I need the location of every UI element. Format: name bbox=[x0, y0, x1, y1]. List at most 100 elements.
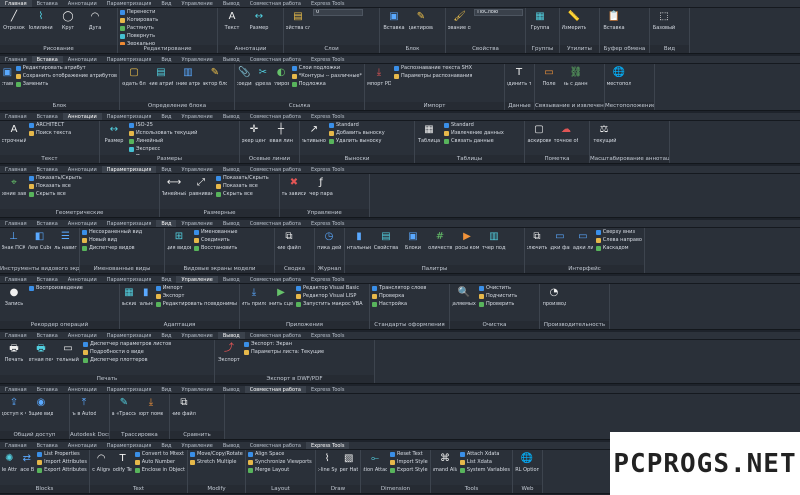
panel-title[interactable]: Вид bbox=[650, 45, 689, 53]
tab-6[interactable]: Вывод bbox=[217, 332, 245, 339]
small-item[interactable]: Повернуть bbox=[120, 33, 158, 40]
tab-2[interactable]: Аннотации bbox=[63, 332, 102, 339]
panel-title[interactable]: Утилиты bbox=[560, 45, 599, 53]
panel-title[interactable]: Draw bbox=[316, 485, 360, 493]
tab-3[interactable]: Параметризация bbox=[101, 166, 157, 173]
circle-button[interactable]: ◯ Круг bbox=[56, 9, 80, 32]
panel-title[interactable]: Свойства bbox=[446, 45, 525, 53]
tab-3[interactable]: Параметризация bbox=[102, 56, 157, 63]
tab-1[interactable]: Вставка bbox=[32, 113, 63, 120]
small-item[interactable]: Диспетчер параметров листов bbox=[83, 341, 171, 348]
tab-1[interactable]: Вставка bbox=[32, 0, 63, 7]
count-button[interactable]: # Количество bbox=[428, 229, 452, 252]
small-item[interactable]: Stretch Multiple bbox=[190, 459, 243, 466]
small-item[interactable]: Транслятор слоев bbox=[372, 285, 426, 292]
panel-title[interactable]: Пометка bbox=[525, 155, 589, 163]
tool-palettes2-button[interactable]: ▮ Инструментальные палитры bbox=[139, 285, 153, 308]
tab-3[interactable]: Параметризация bbox=[102, 113, 157, 120]
panel-title[interactable]: Dimension bbox=[361, 485, 430, 493]
replace-block-button[interactable]: ⇄ Replace Block bbox=[20, 451, 35, 474]
tab-0[interactable]: Главная bbox=[0, 0, 32, 7]
insert-block-button[interactable]: ▣ Вставка bbox=[382, 9, 406, 32]
panel-title[interactable]: Таблицы bbox=[415, 155, 524, 163]
tab-2[interactable]: Аннотации bbox=[63, 442, 102, 449]
panel-title[interactable]: Ссылка bbox=[235, 102, 364, 110]
mtext-button[interactable]: A Многострочный текст bbox=[2, 122, 26, 145]
tab-4[interactable]: Вид bbox=[156, 442, 176, 449]
tab-8[interactable]: Express Tools bbox=[306, 442, 350, 449]
panel-title[interactable]: Группы bbox=[526, 45, 559, 53]
preview-button[interactable]: ▭ Предварительный просмотр bbox=[56, 341, 80, 364]
panel-title[interactable]: Адаптация bbox=[120, 321, 239, 329]
set-location-button[interactable]: 🌐 Задать местоположение bbox=[607, 65, 631, 88]
tab-1[interactable]: Вставка bbox=[32, 276, 63, 283]
small-item[interactable]: Запустить макрос VBA bbox=[296, 301, 363, 308]
tab-0[interactable]: Главная bbox=[0, 166, 32, 173]
tab-7[interactable]: Совместная работа bbox=[244, 386, 306, 393]
paste-button[interactable]: 📋 Вставка bbox=[602, 9, 626, 32]
viewport-config-button[interactable]: ⊞ Конфигурация видового экрана bbox=[167, 229, 191, 252]
small-item[interactable]: Merge Layout bbox=[248, 467, 312, 474]
panel-title[interactable]: Импорт bbox=[365, 102, 504, 110]
small-item[interactable]: Слои подложки bbox=[291, 65, 362, 72]
panel-title[interactable]: Приложения bbox=[240, 321, 369, 329]
dwg-compare-button[interactable]: ⧉ Сравнение файлов DWG bbox=[277, 229, 301, 252]
linear-constraint-button[interactable]: ⟷ Линейный bbox=[162, 175, 186, 198]
break-line-button[interactable]: ⌇ Break-line Symbol bbox=[318, 451, 337, 474]
layout-tabs-button[interactable]: ▭ Вкладки листа bbox=[573, 229, 593, 252]
tab-8[interactable]: Express Tools bbox=[306, 220, 349, 227]
activity-insights-button[interactable]: ◷ Аналитика действий bbox=[317, 229, 341, 252]
tab-8[interactable]: Express Tools bbox=[306, 166, 349, 173]
tab-0[interactable]: Главная bbox=[0, 442, 32, 449]
batch-plot-button[interactable]: 🖶 Пакетная печать bbox=[29, 341, 53, 364]
small-item[interactable]: Показать все bbox=[29, 183, 82, 190]
tab-6[interactable]: Вывод bbox=[218, 0, 245, 7]
tab-1[interactable]: Вставка bbox=[32, 332, 63, 339]
small-item[interactable]: Подробности о виде bbox=[83, 349, 171, 356]
data-link-button[interactable]: ⛓ Связь с данными bbox=[564, 65, 588, 88]
base-view-button[interactable]: ⬚ Базовый bbox=[652, 9, 676, 32]
center-mark-button[interactable]: ✛ Маркер центра bbox=[242, 122, 266, 145]
line-button[interactable]: ╱ Отрезок bbox=[2, 9, 26, 32]
insert-button[interactable]: ▣ Вставка bbox=[2, 65, 13, 88]
panel-title[interactable]: Производительность bbox=[540, 321, 609, 329]
small-item[interactable]: Сверху вниз bbox=[595, 229, 642, 236]
import-pdf-button[interactable]: ⤓ Импорт PDF bbox=[367, 65, 391, 88]
tab-8[interactable]: Express Tools bbox=[306, 0, 349, 7]
tab-3[interactable]: Параметризация bbox=[102, 332, 157, 339]
small-item[interactable]: Извлечение данных bbox=[444, 130, 504, 137]
shared-views-button[interactable]: ◉ Общие виды bbox=[29, 395, 53, 418]
tab-7[interactable]: Совместная работа bbox=[245, 220, 306, 227]
annotation-attach-button[interactable]: ⟜ Annotation Attachment bbox=[363, 451, 387, 474]
group-button[interactable]: ▦ Группа bbox=[528, 9, 552, 32]
small-item[interactable]: Именованные bbox=[194, 229, 238, 236]
panel-title[interactable]: Стандарты оформления bbox=[370, 321, 449, 329]
compare-dwg-button[interactable]: ⧉ Сравнение файлов DWG bbox=[172, 395, 196, 418]
tab-3[interactable]: Параметризация bbox=[102, 386, 157, 393]
measure-button[interactable]: 📏 Измерить bbox=[562, 9, 586, 32]
tab-2[interactable]: Аннотации bbox=[63, 276, 102, 283]
panel-title[interactable]: Рисование bbox=[0, 45, 117, 53]
small-item[interactable]: Линейный bbox=[129, 138, 197, 145]
tab-4[interactable]: Вид bbox=[156, 166, 176, 173]
small-item[interactable]: Редактировать атрибут bbox=[15, 65, 117, 72]
attach-button[interactable]: 📎 Присоединить bbox=[237, 65, 252, 88]
tab-0[interactable]: Главная bbox=[0, 56, 32, 63]
blocks-button[interactable]: ▣ Блоки bbox=[401, 229, 425, 252]
small-item[interactable]: Заменить bbox=[15, 81, 117, 88]
tab-1[interactable]: Вставка bbox=[31, 56, 63, 63]
tab-8[interactable]: Express Tools bbox=[306, 113, 349, 120]
viewcube-button[interactable]: ◧ View Cube bbox=[28, 229, 51, 252]
small-item[interactable]: Показать/Скрыть bbox=[216, 175, 269, 182]
panel-title[interactable]: Web bbox=[513, 485, 542, 493]
panel-title[interactable]: Blocks bbox=[0, 485, 89, 493]
tab-0[interactable]: Главная bbox=[0, 386, 32, 393]
small-item[interactable]: List Properties bbox=[37, 451, 87, 458]
dim-button[interactable]: ↔ Размер bbox=[102, 122, 126, 145]
panel-title[interactable]: Видовые экраны модели bbox=[165, 265, 274, 273]
small-item[interactable]: Скрыть все bbox=[29, 191, 82, 198]
record-button[interactable]: ● Запись bbox=[2, 285, 26, 308]
revcloud-button[interactable]: ☁ Пометочное облако bbox=[554, 122, 578, 145]
tab-8[interactable]: Express Tools bbox=[306, 276, 349, 283]
panel-title[interactable]: Редактирование bbox=[118, 45, 217, 53]
